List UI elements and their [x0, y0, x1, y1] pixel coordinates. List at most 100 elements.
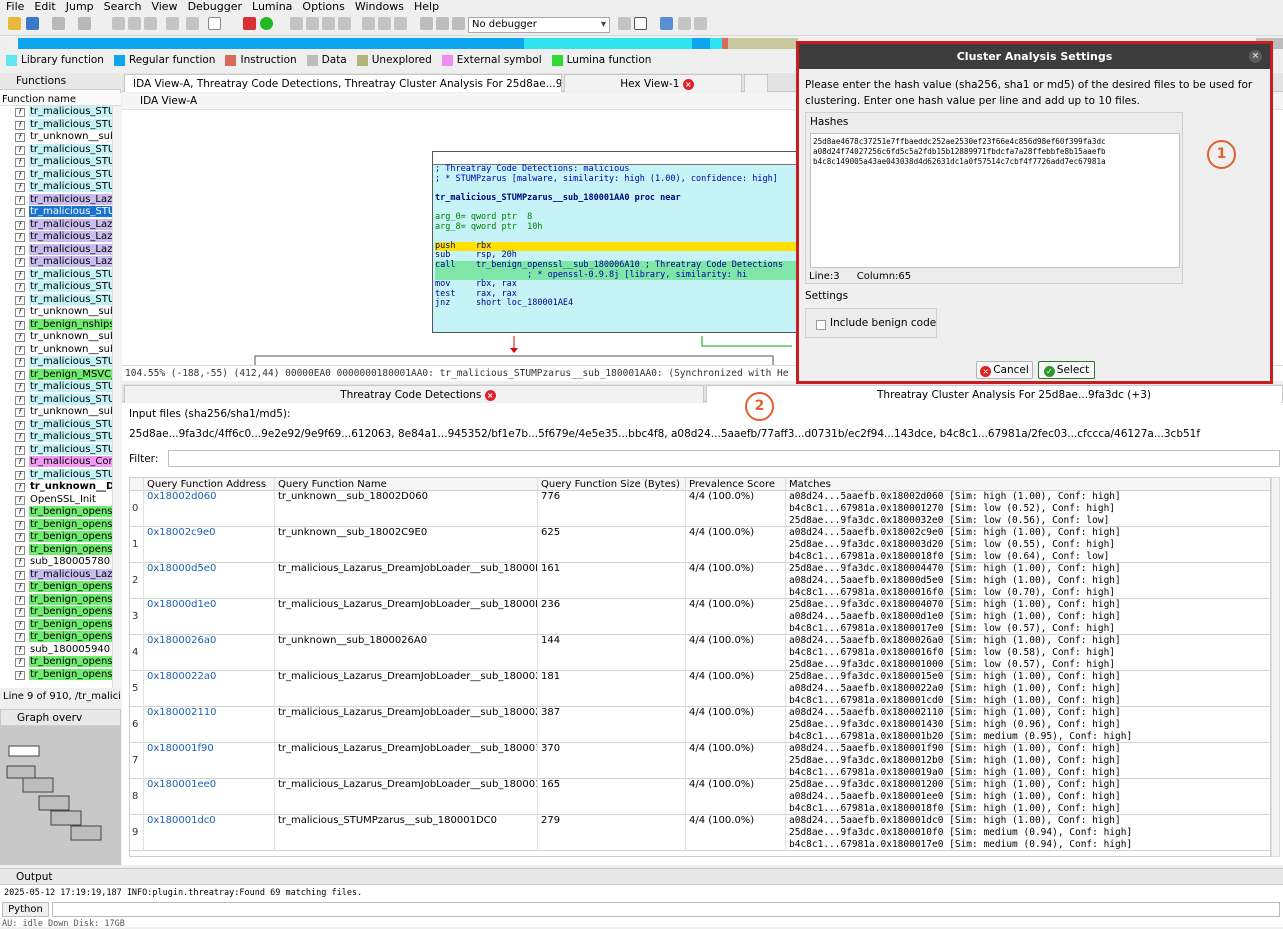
function-list-item[interactable]: f tr_malicious_Lazar [0, 193, 112, 207]
column-header-prevalence[interactable]: Prevalence Score [686, 478, 786, 491]
tab-extra[interactable] [744, 74, 768, 92]
function-list-item[interactable]: f tr_malicious_STUM [0, 156, 112, 169]
tool-icon[interactable] [394, 17, 407, 30]
menu-lumina[interactable]: Lumina [252, 0, 292, 14]
function-name-column-header[interactable]: Function name [0, 93, 121, 106]
tool-icon[interactable] [144, 17, 157, 30]
function-list-item[interactable]: f tr_benign_openssl [0, 593, 112, 607]
function-list-item[interactable]: f tr_malicious_STUM [0, 106, 112, 119]
save-icon[interactable] [26, 17, 39, 30]
function-list-item[interactable]: f tr_benign_openssl [0, 618, 112, 632]
function-list-item[interactable]: f tr_malicious_STUM [0, 431, 112, 444]
function-list-item[interactable]: f sub_180005940 [0, 643, 112, 657]
function-list-item[interactable]: f tr_unknown__sub_ [0, 406, 112, 419]
table-row[interactable]: 1 0x18002c9e0 tr_unknown__sub_18002C9E0 625… [130, 527, 1270, 563]
function-list-item[interactable]: f sub_180005780 [0, 556, 112, 569]
function-list-item[interactable]: f tr_benign_nshipse [0, 318, 112, 332]
function-list-item[interactable]: f tr_malicious_STUM [0, 443, 112, 457]
run-icon[interactable] [260, 17, 273, 30]
function-list-item[interactable]: f tr_malicious_STUM [0, 168, 112, 182]
text-icon[interactable] [208, 17, 221, 30]
list-icon[interactable] [694, 17, 707, 30]
function-list-item[interactable]: f tr_benign_openssl [0, 606, 112, 619]
tab-ida-view[interactable]: IDA View-A, Threatray Code Detections, T… [124, 74, 562, 92]
function-address-link[interactable]: 0x180001f90 [144, 743, 275, 779]
include-benign-checkbox[interactable] [816, 320, 826, 330]
function-list-item[interactable]: f tr_malicious_STUM [0, 393, 112, 407]
function-list-item[interactable]: f tr_unknown__Dlll [0, 481, 112, 494]
function-list-item[interactable]: f tr_malicious_STUM [0, 293, 112, 307]
code-block-node[interactable]: ; Threatray Code Detections: malicious; … [432, 151, 802, 333]
close-icon[interactable]: × [1249, 50, 1262, 63]
menu-edit[interactable]: Edit [34, 0, 55, 14]
function-address-link[interactable]: 0x180001ee0 [144, 779, 275, 815]
function-list-item[interactable]: f tr_malicious_Lazar [0, 243, 112, 257]
function-address-link[interactable]: 0x180002110 [144, 707, 275, 743]
function-list-item[interactable]: f tr_malicious_STUM [0, 468, 112, 482]
pause-icon[interactable] [436, 17, 449, 30]
tool-icon[interactable] [338, 17, 351, 30]
function-list-item[interactable]: f tr_malicious_Lazar [0, 231, 112, 244]
function-list-item[interactable]: f OpenSSL_Init [0, 493, 112, 507]
close-icon[interactable]: × [484, 389, 496, 401]
function-list-item[interactable]: f tr_malicious_Lazar [0, 568, 112, 582]
function-address-link[interactable]: 0x18002d060 [144, 491, 275, 527]
tab-hex-view[interactable]: Hex View-1 × [564, 74, 742, 92]
menu-jump[interactable]: Jump [66, 0, 94, 14]
breakpoint-icon[interactable] [243, 17, 256, 30]
close-icon[interactable]: × [682, 78, 694, 90]
menu-view[interactable]: View [151, 0, 177, 14]
function-list-item[interactable]: f tr_malicious_STUM [0, 118, 112, 132]
function-list-item[interactable]: f tr_benign_openssl [0, 656, 112, 669]
function-address-link[interactable]: 0x1800022a0 [144, 671, 275, 707]
function-address-link[interactable]: 0x180001dc0 [144, 815, 275, 851]
function-list-item[interactable]: f tr_malicious_Come [0, 456, 112, 469]
table-row[interactable]: 3 0x18000d1e0 tr_malicious_Lazarus_DreamJo… [130, 599, 1270, 635]
table-row[interactable]: 7 0x180001f90 tr_malicious_Lazarus_DreamJo… [130, 743, 1270, 779]
function-address-link[interactable]: 0x18002c9e0 [144, 527, 275, 563]
function-list-item[interactable]: f tr_benign_openssl [0, 506, 112, 519]
function-address-link[interactable]: 0x1800026a0 [144, 635, 275, 671]
menu-search[interactable]: Search [104, 0, 142, 14]
column-header-name[interactable]: Query Function Name [275, 478, 538, 491]
function-list-item[interactable]: f tr_benign_openssl [0, 531, 112, 544]
tab-cluster-analysis[interactable]: Threatray Cluster Analysis For 25d8ae...… [706, 385, 1283, 403]
menu-file[interactable]: File [6, 0, 24, 14]
column-header-size[interactable]: Query Function Size (Bytes) [538, 478, 686, 491]
function-list-item[interactable]: f tr_malicious_STUM [0, 181, 112, 194]
table-scrollbar[interactable] [1271, 477, 1280, 857]
tool-icon[interactable] [618, 17, 631, 30]
function-list-item[interactable]: f tr_unknown__sub_ [0, 331, 112, 344]
function-address-link[interactable]: 0x18000d5e0 [144, 563, 275, 599]
window-icon[interactable] [660, 17, 673, 30]
tab-code-detections[interactable]: Threatray Code Detections × [124, 385, 704, 403]
tool-icon[interactable] [290, 17, 303, 30]
column-header-matches[interactable]: Matches [786, 478, 1270, 491]
function-address-link[interactable]: 0x18000d1e0 [144, 599, 275, 635]
function-list-item[interactable]: f tr_malicious_Lazar [0, 218, 112, 232]
function-list-item[interactable]: f tr_malicious_STUM [0, 143, 112, 157]
menu-debugger[interactable]: Debugger [188, 0, 242, 14]
tool-icon[interactable] [186, 17, 199, 30]
function-list-item[interactable]: f tr_unknown__sub_ [0, 131, 112, 144]
menu-windows[interactable]: Windows [355, 0, 404, 14]
back-icon[interactable] [52, 17, 65, 30]
table-row[interactable]: 6 0x180002110 tr_malicious_Lazarus_DreamJo… [130, 707, 1270, 743]
table-row[interactable]: 5 0x1800022a0 tr_malicious_Lazarus_DreamJo… [130, 671, 1270, 707]
menu-options[interactable]: Options [302, 0, 344, 14]
function-list-item[interactable]: f tr_benign_openssl [0, 631, 112, 644]
function-list-item[interactable]: f tr_unknown__sub_ [0, 343, 112, 357]
forward-icon[interactable] [78, 17, 91, 30]
filter-input[interactable] [168, 450, 1280, 467]
functions-scrollbar[interactable] [112, 106, 121, 688]
function-list-item[interactable]: f tr_malicious_STUM [0, 356, 112, 369]
tool-icon[interactable] [322, 17, 335, 30]
function-list-item[interactable]: f tr_malicious_STUM [0, 418, 112, 432]
tool-icon[interactable] [362, 17, 375, 30]
function-list-item[interactable]: f tr_benign_openssl [0, 518, 112, 532]
function-list-item[interactable]: f tr_malicious_STUM [0, 268, 112, 282]
python-button[interactable]: Python [2, 902, 49, 917]
list-icon[interactable] [678, 17, 691, 30]
function-list-item[interactable]: f tr_unknown__sub_ [0, 306, 112, 319]
column-header-address[interactable]: Query Function Address [144, 478, 275, 491]
